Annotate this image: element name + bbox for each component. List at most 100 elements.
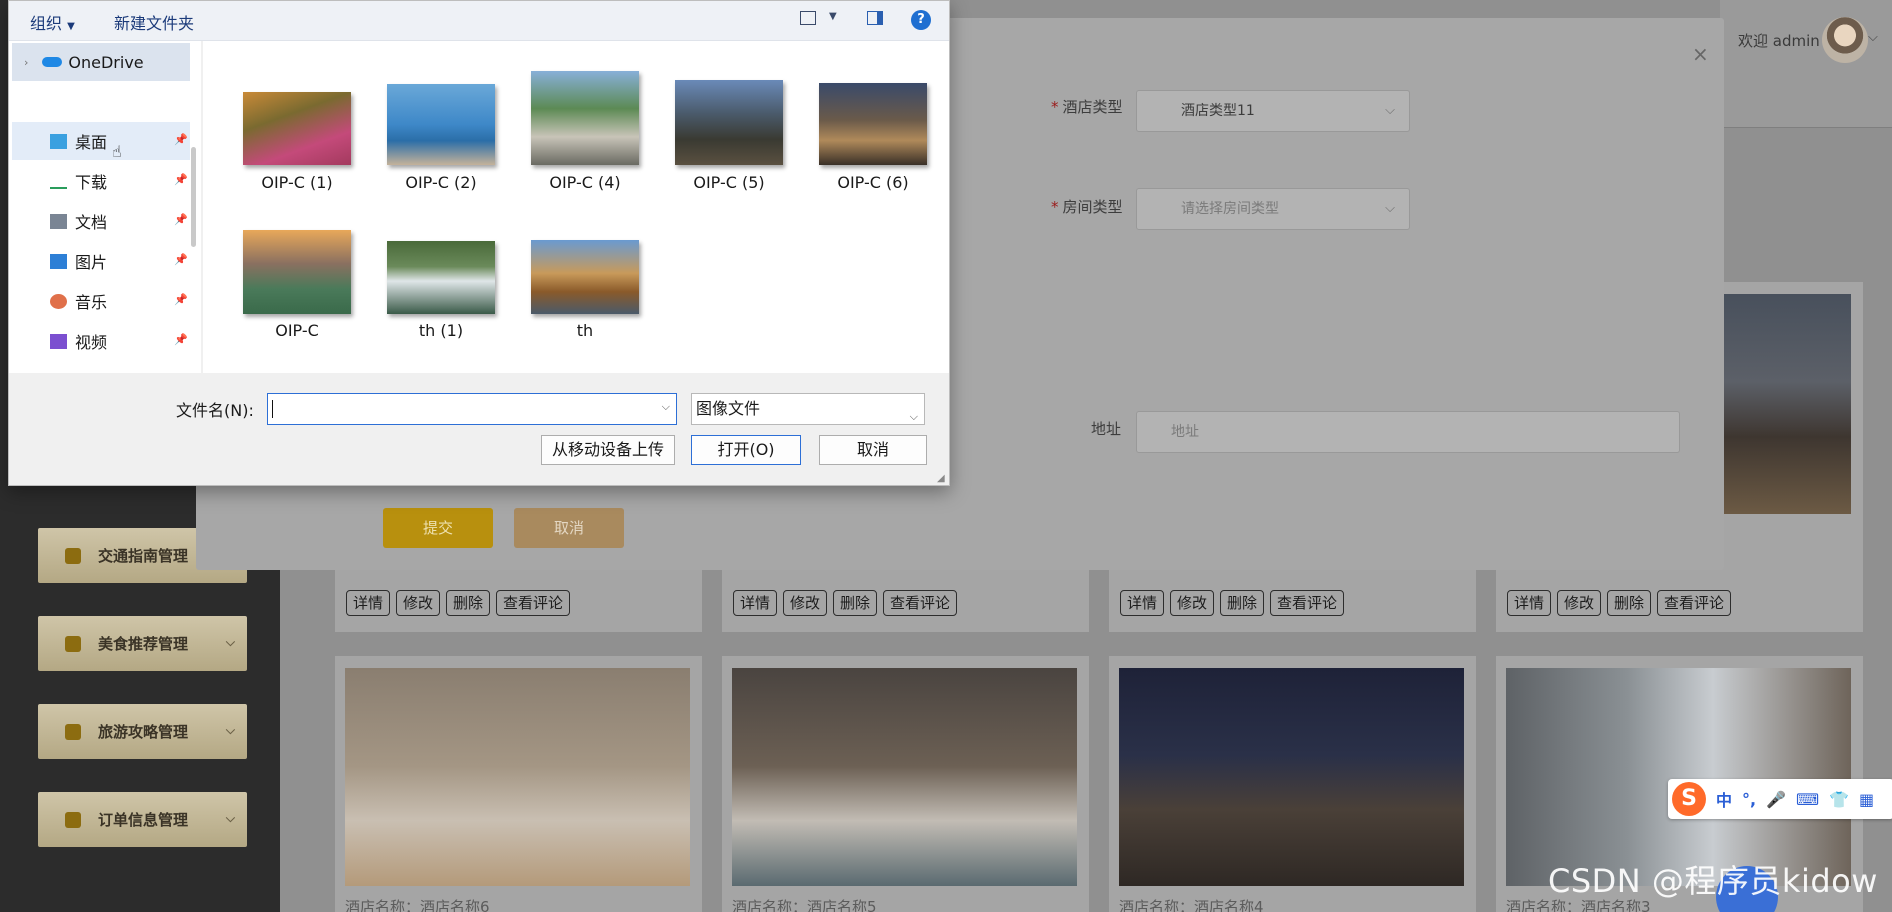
file-name: OIP-C (4) [549,173,621,192]
food-icon [65,636,81,652]
dialog-bottom-bar: 文件名(N): ⌵ 图像文件 ⌵ 从移动设备上传 打开(O) 取消 [9,373,949,485]
chevron-down-icon[interactable]: ⌵ [662,400,670,414]
help-icon[interactable]: ? [911,10,931,30]
pin-icon[interactable]: 📌 [174,173,188,186]
nav-scrollbar[interactable] [191,147,196,247]
preview-pane-icon[interactable] [867,11,883,25]
sogou-logo-icon[interactable]: S [1672,782,1706,816]
sidebar-item-orders[interactable]: 订单信息管理 ⌵ [38,792,247,847]
caret-down-icon[interactable]: ▼ [829,11,837,22]
edit-button[interactable]: 修改 [783,590,828,616]
view-comments-button[interactable]: 查看评论 [496,590,571,616]
view-comments-button[interactable]: 查看评论 [883,590,958,616]
view-comments-button[interactable]: 查看评论 [1270,590,1345,616]
delete-button[interactable]: 删除 [833,590,878,616]
file-list: OIP-C (1) OIP-C (2) OIP-C (4) OIP-C (5) … [203,41,949,373]
new-folder-button[interactable]: 新建文件夹 [114,10,194,34]
edit-button[interactable]: 修改 [1557,590,1602,616]
file-thumbnail [243,230,351,314]
pin-icon[interactable]: 📌 [174,213,188,226]
resize-grip-icon[interactable]: ◢ [937,473,945,484]
view-comments-button[interactable]: 查看评论 [1657,590,1732,616]
detail-button[interactable]: 详情 [346,590,391,616]
hotel-card: 酒店名称：酒店名称4 [1109,656,1476,912]
upload-from-mobile-button[interactable]: 从移动设备上传 [541,435,675,465]
chevron-down-icon: ⌵ [1385,201,1395,216]
sidebar-item-guide[interactable]: 旅游攻略管理 ⌵ [38,704,247,759]
chinese-mode-toggle[interactable]: 中 [1716,787,1732,811]
file-name: th (1) [418,321,464,340]
caret-down-icon: ▼ [67,21,75,32]
hotel-type-select[interactable]: 酒店类型11 ⌵ [1136,90,1410,132]
file-open-dialog: 组织 ▼ 新建文件夹 ▼ ? › OneDrive 桌面 ☝ 📌 下载 📌 文档… [8,0,950,486]
chevron-down-icon[interactable]: ⌵ [1868,30,1878,45]
sidebar-item-label: 旅游攻略管理 [98,723,189,741]
address-input[interactable]: 地址 [1136,411,1680,453]
edit-button[interactable]: 修改 [1170,590,1215,616]
avatar[interactable] [1822,17,1868,63]
cancel-button[interactable]: 取消 [819,435,927,465]
nav-item-pictures[interactable]: 图片 📌 [12,242,190,280]
microphone-icon[interactable]: 🎤 [1766,790,1786,809]
chevron-down-icon: ⌵ [225,723,235,737]
music-icon [50,293,67,309]
organize-menu[interactable]: 组织 ▼ [30,10,75,34]
document-icon [50,213,67,229]
room-type-select[interactable]: 请选择房间类型 ⌵ [1136,188,1410,230]
filetype-select[interactable]: 图像文件 ⌵ [691,393,925,425]
hotel-image[interactable] [345,668,690,886]
nav-item-videos[interactable]: 视频 📌 [12,322,190,360]
nav-item-onedrive[interactable]: › OneDrive [12,43,190,81]
file-name: th [576,321,594,340]
pin-icon[interactable]: 📌 [174,293,188,306]
file-name: OIP-C (1) [261,173,333,192]
nav-item-desktop[interactable]: 桌面 ☝ 📌 [12,122,190,161]
filename-input[interactable]: ⌵ [267,393,677,425]
pin-icon[interactable]: 📌 [174,133,188,146]
chevron-right-icon: › [24,55,29,69]
guide-icon [65,724,81,740]
cancel-button[interactable]: 取消 [514,508,624,548]
top-bar [1720,0,1892,128]
toolbox-icon[interactable]: ▦ [1859,790,1874,809]
sidebar-item-label: 交通指南管理 [98,547,189,565]
skin-icon[interactable]: 👕 [1829,790,1849,809]
desktop-icon [50,133,67,149]
edit-button[interactable]: 修改 [396,590,441,616]
chevron-down-icon: ⌵ [225,635,235,649]
submit-button[interactable]: 提交 [383,508,493,548]
chevron-down-icon: ⌵ [909,410,918,423]
file-name: OIP-C (6) [837,173,909,192]
punctuation-icon[interactable]: °, [1742,790,1756,809]
view-icon[interactable] [800,11,816,25]
pin-icon[interactable]: 📌 [174,253,188,266]
detail-button[interactable]: 详情 [1507,590,1552,616]
nav-item-downloads[interactable]: 下载 📌 [12,162,190,200]
nav-item-documents[interactable]: 文档 📌 [12,202,190,240]
file-thumbnail [819,83,927,165]
detail-button[interactable]: 详情 [733,590,778,616]
keyboard-icon[interactable]: ⌨ [1796,790,1819,809]
card-actions: 详情 修改 删除 查看评论 [733,590,958,616]
hotel-image[interactable] [1506,668,1851,886]
file-thumbnail [243,92,351,165]
sidebar-item-food[interactable]: 美食推荐管理 ⌵ [38,616,247,671]
delete-button[interactable]: 删除 [1220,590,1265,616]
chevron-down-icon: ⌵ [225,811,235,825]
file-thumbnail [531,240,639,314]
hotel-card: 酒店名称：酒店名称6 [335,656,702,912]
hotel-image[interactable] [1119,668,1464,886]
delete-button[interactable]: 删除 [446,590,491,616]
close-icon[interactable]: × [1692,42,1709,66]
orders-icon [65,812,81,828]
open-button[interactable]: 打开(O) [691,435,801,465]
dialog-toolbar: 组织 ▼ 新建文件夹 ▼ ? [9,1,949,41]
detail-button[interactable]: 详情 [1120,590,1165,616]
delete-button[interactable]: 删除 [1607,590,1652,616]
traffic-icon [65,548,81,564]
room-type-label: * 房间类型 [1051,198,1123,216]
nav-item-music[interactable]: 音乐 📌 [12,282,190,320]
onedrive-icon [42,57,63,67]
pin-icon[interactable]: 📌 [174,333,188,346]
hotel-image[interactable] [732,668,1077,886]
